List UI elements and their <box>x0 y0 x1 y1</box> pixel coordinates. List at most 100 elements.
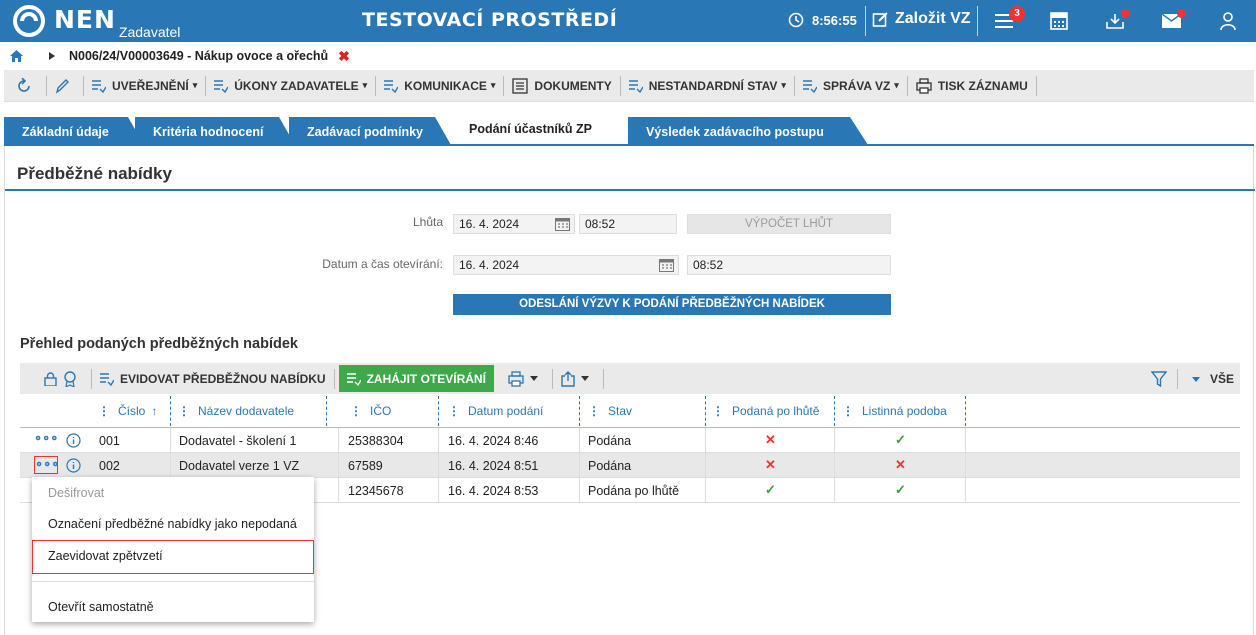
col-label: Listinná podoba <box>862 404 947 418</box>
register-offer-button[interactable]: EVIDOVAT PŘEDBĚŽNOU NABÍDKU <box>92 368 335 389</box>
cell-stav: Podána <box>588 459 632 473</box>
user-icon[interactable] <box>1220 12 1236 30</box>
menu-ukony-zadavatele[interactable]: ÚKONY ZADAVATELE ▾ <box>206 75 377 96</box>
row-menu-icon[interactable]: ∘∘∘ <box>34 456 59 474</box>
menu-uverejneni[interactable]: UVEŘEJNĚNÍ ▾ <box>84 75 207 96</box>
col-label: Číslo <box>118 404 146 418</box>
col-listinna[interactable]: ⋮ Listinná podoba <box>842 404 947 418</box>
printer-icon <box>508 370 524 387</box>
col-po-lhute[interactable]: ⋮ Podaná po lhůtě <box>712 404 819 418</box>
menu-item-open-standalone[interactable]: Otevřít samostatně <box>48 600 154 614</box>
lock-icon <box>44 371 57 386</box>
cross-icon: ✕ <box>765 457 776 472</box>
cell-cislo: 002 <box>99 459 120 473</box>
col-nazev[interactable]: ⋮ Název dodavatele <box>178 404 294 418</box>
tab-label: Zadávací podmínky <box>307 125 424 139</box>
tab-bar: Základní údaje Kritéria hodnocení Zadáva… <box>0 114 1256 145</box>
action-list-icon <box>802 79 817 93</box>
cell-separator <box>705 453 706 478</box>
deadline-date-field[interactable]: 16. 4. 2024 <box>453 214 575 234</box>
menu-dokumenty[interactable]: DOKUMENTY <box>504 75 621 96</box>
tab-label: Základní údaje <box>22 125 109 139</box>
cell-separator <box>834 478 835 503</box>
breadcrumb-current[interactable]: N006/24/V00003649 - Nákup ovoce a ořechů <box>69 49 328 63</box>
cell-ico: 25388304 <box>348 434 404 448</box>
calendar-icon[interactable] <box>659 258 674 272</box>
col-cislo[interactable]: ⋮ Číslo ↑ <box>98 404 157 418</box>
tab-zadavaci-podminky[interactable]: Zadávací podmínky <box>289 117 451 145</box>
cell-datum: 16. 4. 2024 8:51 <box>448 459 539 473</box>
cell-separator <box>965 428 966 453</box>
row-menu-icon[interactable]: ∘∘∘ <box>34 431 58 449</box>
chevron-down-icon[interactable] <box>1191 376 1200 382</box>
menu-sprava-label: SPRÁVA VZ <box>822 78 891 93</box>
menu-uverejneni-label: UVEŘEJNĚNÍ <box>112 78 189 93</box>
calc-deadlines-button[interactable]: VÝPOČET LHŮT <box>687 214 891 234</box>
menu-item-withdrawal[interactable]: Zaevidovat zpětvzetí <box>48 549 163 563</box>
deadline-label: Lhůta <box>412 215 443 229</box>
cell-separator <box>965 478 966 503</box>
start-opening-button[interactable]: ZAHÁJIT OTEVÍRÁNÍ <box>338 365 494 392</box>
calculator-icon[interactable] <box>1050 12 1068 30</box>
deadline-time-field[interactable]: 08:52 <box>579 214 677 234</box>
tab-kriteria-hodnoceni[interactable]: Kritéria hodnocení <box>135 117 295 145</box>
menu-item-desifrovat[interactable]: Dešifrovat <box>48 486 104 500</box>
table-row[interactable]: ∘∘∘ 001 Dodavatel - školení 1 25388304 1… <box>20 428 1240 453</box>
tab-vysledek-postupu[interactable]: Výsledek zadávacího postupu <box>628 117 868 145</box>
create-vz-button[interactable]: Založit VZ <box>872 10 971 28</box>
info-icon[interactable] <box>66 433 81 448</box>
action-list-icon <box>100 372 114 386</box>
col-separator <box>326 396 327 426</box>
close-record-icon[interactable]: ✖ <box>338 48 350 65</box>
print-menu-button[interactable] <box>500 368 553 389</box>
cell-separator <box>705 428 706 453</box>
cell-separator <box>338 453 339 478</box>
environment-title: TESTOVACÍ PROSTŘEDÍ <box>362 9 618 31</box>
col-datum[interactable]: ⋮ Datum podání <box>448 404 543 418</box>
calendar-icon[interactable] <box>555 217 570 231</box>
info-icon[interactable] <box>66 458 81 473</box>
action-toolbar: UVEŘEJNĚNÍ ▾ ÚKONY ZADAVATELE ▾ KOMUNIKACE… <box>4 70 1254 102</box>
open-time-value: 08:52 <box>693 258 724 272</box>
cell-ico: 67589 <box>348 459 383 473</box>
open-date-field[interactable]: 16. 4. 2024 <box>453 255 679 275</box>
action-list-icon <box>384 79 399 93</box>
cell-datum: 16. 4. 2024 8:46 <box>448 434 539 448</box>
col-stav[interactable]: ⋮ Stav <box>588 404 632 418</box>
lock-badge-button[interactable] <box>20 368 92 389</box>
export-menu-button[interactable] <box>553 368 604 389</box>
col-separator <box>834 396 835 426</box>
tab-podani-ucastniku[interactable]: Podání účastníků ZP <box>451 114 637 145</box>
menu-nestandardni-stav[interactable]: NESTANDARDNÍ STAV ▾ <box>621 75 795 96</box>
cell-cislo: 001 <box>99 434 120 448</box>
menu-sprava-vz[interactable]: SPRÁVA VZ ▾ <box>795 75 908 96</box>
action-list-icon <box>628 79 643 93</box>
col-separator <box>170 396 171 426</box>
menu-komunikace-label: KOMUNIKACE <box>404 78 487 93</box>
table-row[interactable]: ∘∘∘ 002 Dodavatel verze 1 VZ 67589 16. 4… <box>20 453 1240 478</box>
cell-separator <box>438 428 439 453</box>
menu-item-mark-not-submitted[interactable]: Označení předběžné nabídky jako nepodaná <box>48 517 297 531</box>
create-vz-label: Založit VZ <box>895 10 971 27</box>
refresh-button[interactable] <box>4 75 47 96</box>
col-label: Název dodavatele <box>198 404 295 418</box>
col-label: Stav <box>608 404 633 418</box>
menu-komunikace[interactable]: KOMUNIKACE ▾ <box>376 75 505 96</box>
cell-ico: 12345678 <box>348 484 404 498</box>
open-time-field[interactable]: 08:52 <box>687 255 891 275</box>
cell-separator <box>965 453 966 478</box>
clock-icon <box>788 12 804 28</box>
mail-notification-dot <box>1177 9 1186 18</box>
filter-all-label[interactable]: VŠE <box>1210 372 1234 386</box>
menu-tisk-zaznamu[interactable]: TISK ZÁZNAMU <box>908 75 1037 96</box>
send-invitation-button[interactable]: ODESLÁNÍ VÝZVY K PODÁNÍ PŘEDBĚŽNÝCH NABÍ… <box>453 294 891 315</box>
section-title: Předběžné nabídky <box>17 164 172 183</box>
home-icon[interactable] <box>10 50 23 62</box>
col-separator <box>579 396 580 426</box>
tab-zakladni-udaje[interactable]: Základní údaje <box>4 117 144 145</box>
col-ico[interactable]: ⋮ IČO <box>350 404 391 418</box>
row-context-menu: Dešifrovat Označení předběžné nabídky ja… <box>32 477 314 622</box>
edit-button[interactable] <box>47 75 84 96</box>
nen-logo[interactable]: NEN Zadavatel <box>12 4 180 40</box>
filter-icon[interactable] <box>1150 371 1167 387</box>
